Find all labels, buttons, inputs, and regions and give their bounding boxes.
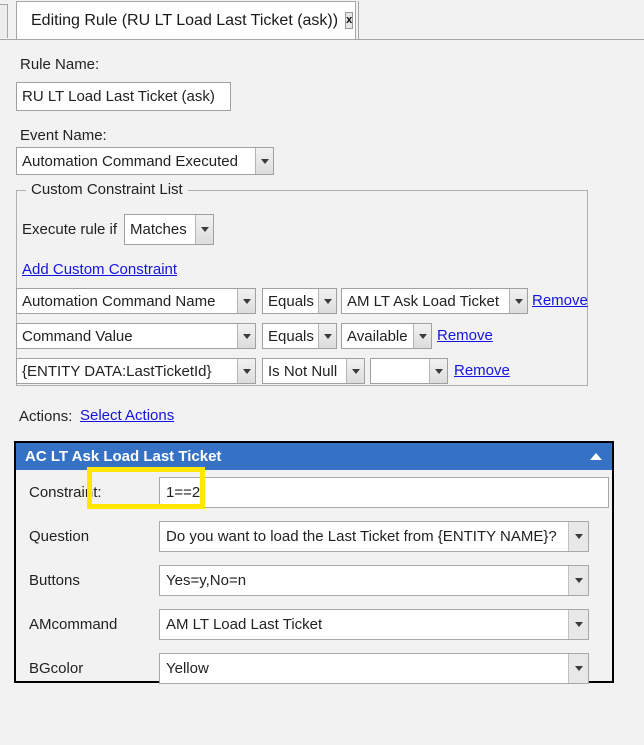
chevron-down-icon[interactable]: [195, 215, 213, 244]
constraint-field-select[interactable]: Command Value: [16, 323, 256, 349]
constraint-value-select[interactable]: Available: [341, 323, 432, 349]
constraint-field-value: Command Value: [22, 327, 133, 345]
constraint-operator-value: Equals: [268, 327, 314, 345]
chevron-down-icon[interactable]: [568, 565, 588, 595]
event-name-select[interactable]: Automation Command Executed: [16, 147, 274, 175]
event-name-label: Event Name:: [20, 127, 107, 144]
action-row-label: AMcommand: [29, 615, 118, 633]
remove-constraint-link[interactable]: Remove: [532, 292, 588, 309]
chevron-down-icon[interactable]: [237, 289, 255, 313]
constraint-input[interactable]: 1==2: [159, 476, 609, 508]
constraint-value-text: [371, 359, 429, 383]
amcommand-value: AM LT Load Last Ticket: [166, 615, 323, 633]
constraint-input-value: 1==2: [166, 483, 201, 501]
question-value: Do you want to load the Last Ticket from…: [166, 527, 557, 545]
remove-constraint-link[interactable]: Remove: [437, 327, 493, 344]
constraint-operator-select[interactable]: Equals: [262, 323, 337, 349]
match-mode-select[interactable]: Matches: [124, 214, 214, 245]
chevron-down-icon[interactable]: [255, 148, 273, 174]
chevron-down-icon[interactable]: [509, 289, 527, 313]
constraint-field-value: Automation Command Name: [22, 292, 216, 310]
question-select[interactable]: Do you want to load the Last Ticket from…: [159, 520, 589, 552]
event-name-value: Automation Command Executed: [22, 152, 238, 170]
rule-name-input[interactable]: RU LT Load Last Ticket (ask): [16, 82, 231, 111]
action-panel: AC LT Ask Load Last Ticket Constraint: 1…: [14, 441, 614, 684]
execute-rule-if-label: Execute rule if: [22, 221, 118, 238]
chevron-up-icon[interactable]: [590, 453, 602, 460]
constraint-operator-value: Is Not Null: [268, 362, 338, 380]
action-row-label: Buttons: [29, 571, 80, 589]
action-panel-header[interactable]: AC LT Ask Load Last Ticket: [16, 443, 612, 470]
constraint-field-value: {ENTITY DATA:LastTicketId}: [22, 362, 212, 380]
add-custom-constraint-link[interactable]: Add Custom Constraint: [22, 261, 177, 278]
action-row-bgcolor: BGcolor Yellow: [16, 646, 612, 690]
action-row-buttons: Buttons Yes=y,No=n: [16, 558, 612, 602]
chevron-down-icon[interactable]: [568, 653, 588, 683]
tab-inactive-stub[interactable]: [0, 4, 8, 38]
select-actions-link[interactable]: Select Actions: [80, 407, 174, 424]
constraint-field-select[interactable]: Automation Command Name: [16, 288, 256, 314]
action-row-label: Constraint:: [29, 483, 102, 501]
constraint-operator-select[interactable]: Equals: [262, 288, 337, 314]
remove-constraint-link[interactable]: Remove: [454, 362, 510, 379]
action-row-question: Question Do you want to load the Last Ti…: [16, 514, 612, 558]
action-row-label: Question: [29, 527, 90, 545]
constraint-field-select[interactable]: {ENTITY DATA:LastTicketId}: [16, 358, 256, 384]
constraint-value-select[interactable]: AM LT Ask Load Ticket: [341, 288, 528, 314]
tab-title: Editing Rule (RU LT Load Last Ticket (as…: [31, 11, 339, 29]
action-row-amcommand: AMcommand AM LT Load Last Ticket: [16, 602, 612, 646]
constraint-value-select[interactable]: [370, 358, 448, 384]
tab-editing-rule[interactable]: Editing Rule (RU LT Load Last Ticket (as…: [16, 1, 356, 40]
action-row-label: BGcolor: [29, 659, 84, 677]
amcommand-select[interactable]: AM LT Load Last Ticket: [159, 608, 589, 640]
constraint-operator-value: Equals: [268, 292, 314, 310]
actions-label: Actions:: [19, 408, 73, 425]
tab-bar: Editing Rule (RU LT Load Last Ticket (as…: [0, 0, 644, 40]
chevron-down-icon[interactable]: [568, 521, 588, 551]
tab-bar-empty-area: [358, 1, 644, 40]
action-panel-body: Constraint: 1==2 Question Do you want to…: [16, 470, 612, 684]
rule-name-label: Rule Name:: [20, 56, 100, 73]
chevron-down-icon[interactable]: [237, 359, 255, 383]
action-row-constraint: Constraint: 1==2: [16, 470, 612, 514]
action-panel-title: AC LT Ask Load Last Ticket: [25, 448, 222, 465]
constraint-value-text: Available: [347, 327, 408, 345]
match-mode-value: Matches: [130, 221, 187, 238]
chevron-down-icon[interactable]: [568, 609, 588, 639]
tab-bar-baseline: [0, 39, 644, 40]
custom-constraint-list-legend: Custom Constraint List: [26, 181, 188, 198]
buttons-select[interactable]: Yes=y,No=n: [159, 564, 589, 596]
close-icon[interactable]: x: [345, 12, 354, 29]
bgcolor-value: Yellow: [166, 659, 209, 677]
chevron-down-icon[interactable]: [318, 324, 336, 348]
chevron-down-icon[interactable]: [318, 289, 336, 313]
chevron-down-icon[interactable]: [237, 324, 255, 348]
bgcolor-select[interactable]: Yellow: [159, 652, 589, 684]
chevron-down-icon[interactable]: [413, 324, 431, 348]
chevron-down-icon[interactable]: [429, 359, 447, 383]
constraint-value-text: AM LT Ask Load Ticket: [347, 292, 500, 310]
buttons-value: Yes=y,No=n: [166, 571, 247, 589]
constraint-operator-select[interactable]: Is Not Null: [262, 358, 365, 384]
chevron-down-icon[interactable]: [346, 359, 364, 383]
